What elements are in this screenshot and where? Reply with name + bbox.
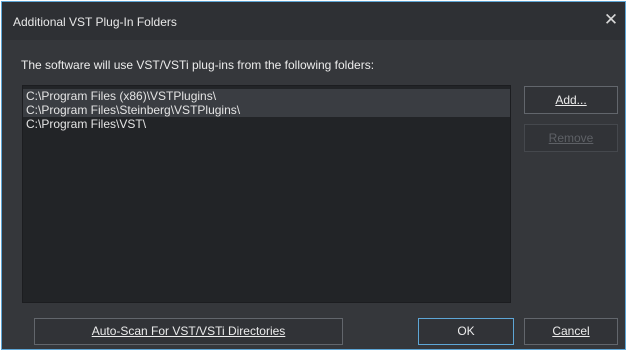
folder-list-item[interactable]: C:\Program Files\VST\ [23,117,510,131]
vst-folders-dialog: Additional VST Plug-In Folders ✕ The sof… [1,1,626,350]
title-bar[interactable]: Additional VST Plug-In Folders ✕ [2,2,625,40]
add-button[interactable]: Add... [524,86,618,114]
ok-button[interactable]: OK [418,318,514,345]
window-title: Additional VST Plug-In Folders [13,15,177,29]
auto-scan-button[interactable]: Auto-Scan For VST/VSTi Directories [34,318,343,345]
folder-list[interactable]: C:\Program Files (x86)\VSTPlugins\ C:\Pr… [22,85,511,303]
cancel-button[interactable]: Cancel [524,318,618,345]
remove-button[interactable]: Remove [524,124,618,152]
folder-list-item[interactable]: C:\Program Files (x86)\VSTPlugins\ [23,89,510,103]
close-icon[interactable]: ✕ [599,6,623,34]
folder-list-item[interactable]: C:\Program Files\Steinberg\VSTPlugins\ [23,103,510,117]
folders-prompt: The software will use VST/VSTi plug-ins … [21,58,375,72]
